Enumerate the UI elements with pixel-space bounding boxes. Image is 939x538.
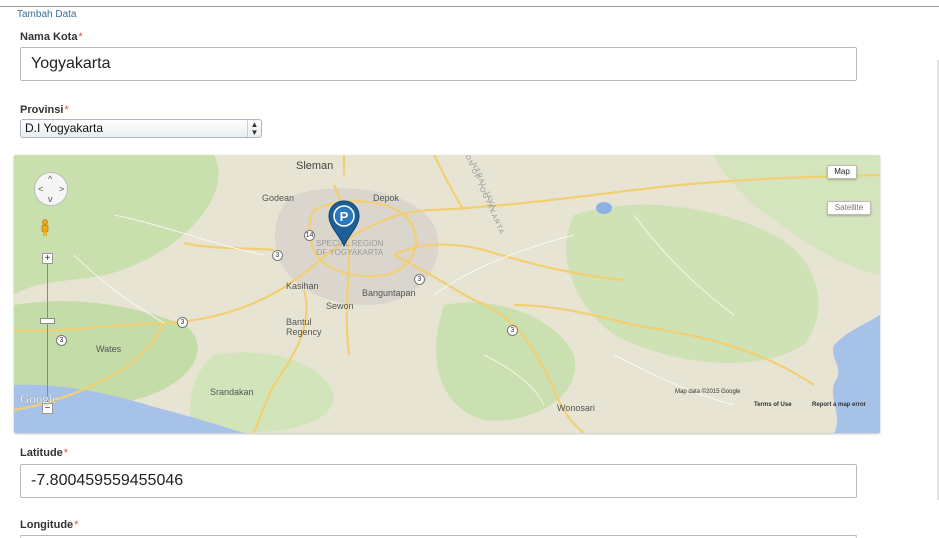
road-shield: 3 bbox=[272, 250, 283, 261]
map-type-satellite-button[interactable]: Satellite bbox=[827, 201, 871, 215]
marker-letter: P bbox=[340, 209, 349, 224]
provinsi-selected-value: D.I Yogyakarta bbox=[25, 121, 104, 135]
nama-kota-label: Nama Kota* bbox=[20, 31, 83, 43]
required-asterisk: * bbox=[78, 31, 83, 43]
required-asterisk: * bbox=[74, 519, 79, 531]
report-map-error-link[interactable]: Report a map error bbox=[812, 402, 866, 408]
provinsi-label-text: Provinsi bbox=[20, 104, 64, 116]
google-logo: Google bbox=[20, 391, 59, 406]
place-kasihan: Kasihan bbox=[286, 281, 319, 291]
map-data-attribution: Map data ©2015 Google bbox=[675, 389, 741, 395]
place-wates: Wates bbox=[96, 344, 122, 354]
place-srandakan: Srandakan bbox=[210, 387, 254, 397]
latitude-label: Latitude* bbox=[20, 447, 68, 459]
latitude-input[interactable] bbox=[20, 464, 857, 498]
section-title: Tambah Data bbox=[17, 9, 77, 20]
place-depok: Depok bbox=[373, 193, 400, 203]
street-view-pegman-icon[interactable] bbox=[40, 219, 50, 237]
pan-left-icon[interactable]: < bbox=[38, 184, 43, 194]
nama-kota-label-text: Nama Kota bbox=[20, 31, 78, 43]
road-shield: 3 bbox=[507, 325, 518, 336]
place-wonosari: Wonosari bbox=[557, 403, 595, 413]
select-updown-icon: ▲ ▼ bbox=[247, 120, 261, 137]
place-bantul-regency: Bantul Regency bbox=[286, 317, 322, 337]
nama-kota-input[interactable] bbox=[20, 47, 857, 81]
pan-up-icon[interactable]: ^ bbox=[48, 174, 52, 184]
provinsi-label: Provinsi* bbox=[20, 104, 69, 116]
latitude-label-text: Latitude bbox=[20, 447, 63, 459]
map-terrain bbox=[14, 155, 880, 433]
place-sleman: Sleman bbox=[296, 160, 334, 172]
zoom-in-button[interactable]: + bbox=[42, 253, 53, 264]
location-map[interactable]: Sleman Godean Depok SPECIAL REGION OF YO… bbox=[14, 155, 880, 433]
pan-down-icon[interactable]: v bbox=[48, 194, 53, 204]
longitude-label: Longitude* bbox=[20, 519, 78, 531]
longitude-label-text: Longitude bbox=[20, 519, 74, 531]
road-shield: 3 bbox=[177, 317, 188, 328]
place-banguntapan: Banguntapan bbox=[362, 288, 416, 298]
road-shield: 14 bbox=[304, 230, 315, 241]
terms-of-use-link[interactable]: Terms of Use bbox=[754, 402, 792, 408]
zoom-slider-track[interactable] bbox=[47, 255, 48, 407]
pan-control[interactable]: ^ v < > bbox=[34, 172, 68, 206]
road-shield: 3 bbox=[56, 335, 67, 346]
pan-right-icon[interactable]: > bbox=[59, 184, 64, 194]
provinsi-select[interactable]: D.I Yogyakarta ▲ ▼ bbox=[20, 119, 262, 138]
place-godean: Godean bbox=[262, 193, 295, 203]
road-shield: 3 bbox=[414, 274, 425, 285]
required-asterisk: * bbox=[64, 104, 69, 116]
zoom-slider-thumb[interactable] bbox=[40, 318, 55, 324]
required-asterisk: * bbox=[63, 447, 69, 459]
top-divider bbox=[0, 6, 939, 7]
parking-marker-icon[interactable]: P bbox=[327, 199, 361, 247]
map-type-map-button[interactable]: Map bbox=[827, 165, 857, 179]
place-sewon: Sewon bbox=[326, 301, 354, 311]
